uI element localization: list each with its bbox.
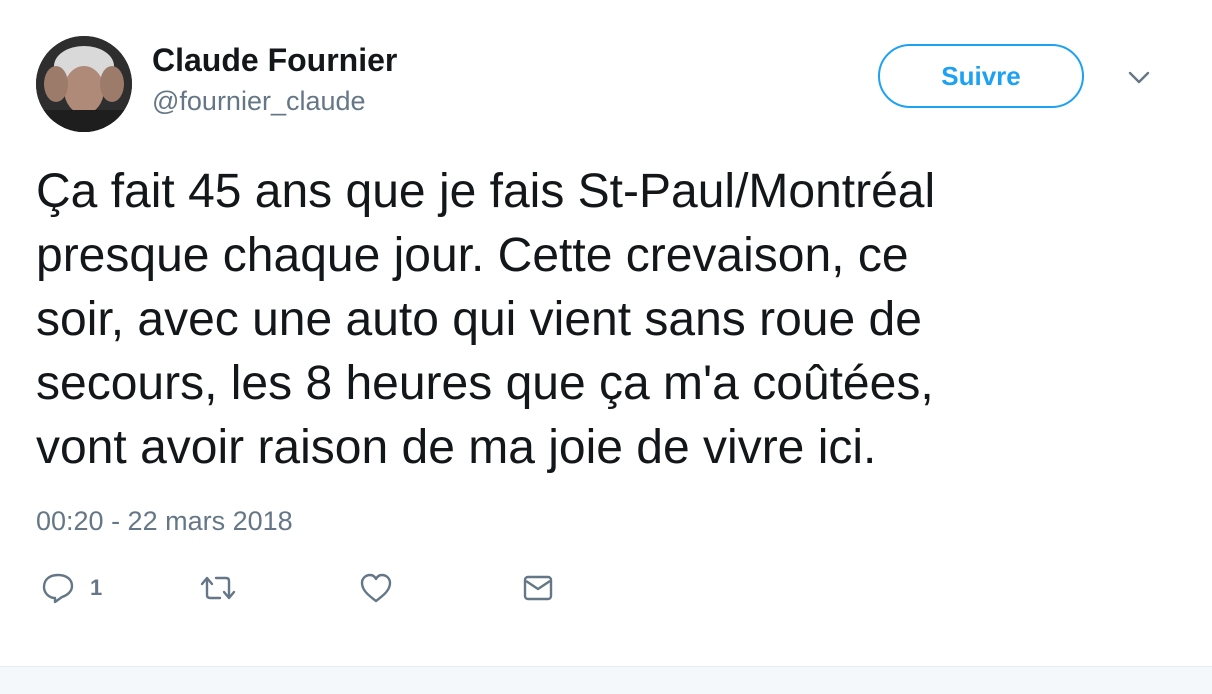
- tweet-text-line: soir, avec une auto qui vient sans roue …: [36, 293, 922, 346]
- tweet-text-line: Ça fait 45 ans que je fais St-Paul/Montr…: [36, 165, 936, 218]
- user-photo-avatar-icon: [36, 36, 132, 132]
- reply-icon: [42, 573, 74, 604]
- tweet-timestamp[interactable]: 00:20 - 22 mars 2018: [36, 506, 293, 537]
- author-handle[interactable]: @fournier_claude: [152, 86, 366, 117]
- chevron-down-icon: [1128, 71, 1150, 84]
- author-display-name[interactable]: Claude Fournier: [152, 42, 397, 79]
- heart-icon: [360, 573, 392, 603]
- direct-message-button[interactable]: [520, 570, 556, 606]
- tweet-card: Claude Fournier @fournier_claude Suivre …: [0, 0, 1212, 666]
- footer-bar: [0, 666, 1212, 694]
- tweet-text-line: secours, les 8 heures que ça m'a coûtées…: [36, 357, 934, 410]
- reply-count: 1: [90, 575, 103, 600]
- like-button[interactable]: [358, 570, 394, 606]
- envelope-icon: [523, 575, 553, 601]
- more-options-caret[interactable]: [1124, 66, 1154, 90]
- tweet-text: Ça fait 45 ans que je fais St-Paul/Montr…: [36, 160, 1156, 480]
- reply-button[interactable]: 1: [40, 570, 102, 606]
- avatar[interactable]: [36, 36, 132, 132]
- retweet-button[interactable]: [198, 570, 238, 606]
- follow-button[interactable]: Suivre: [878, 44, 1084, 108]
- tweet-text-line: vont avoir raison de ma joie de vivre ic…: [36, 421, 877, 474]
- retweet-icon: [200, 576, 236, 600]
- tweet-text-line: presque chaque jour. Cette crevaison, ce: [36, 229, 909, 282]
